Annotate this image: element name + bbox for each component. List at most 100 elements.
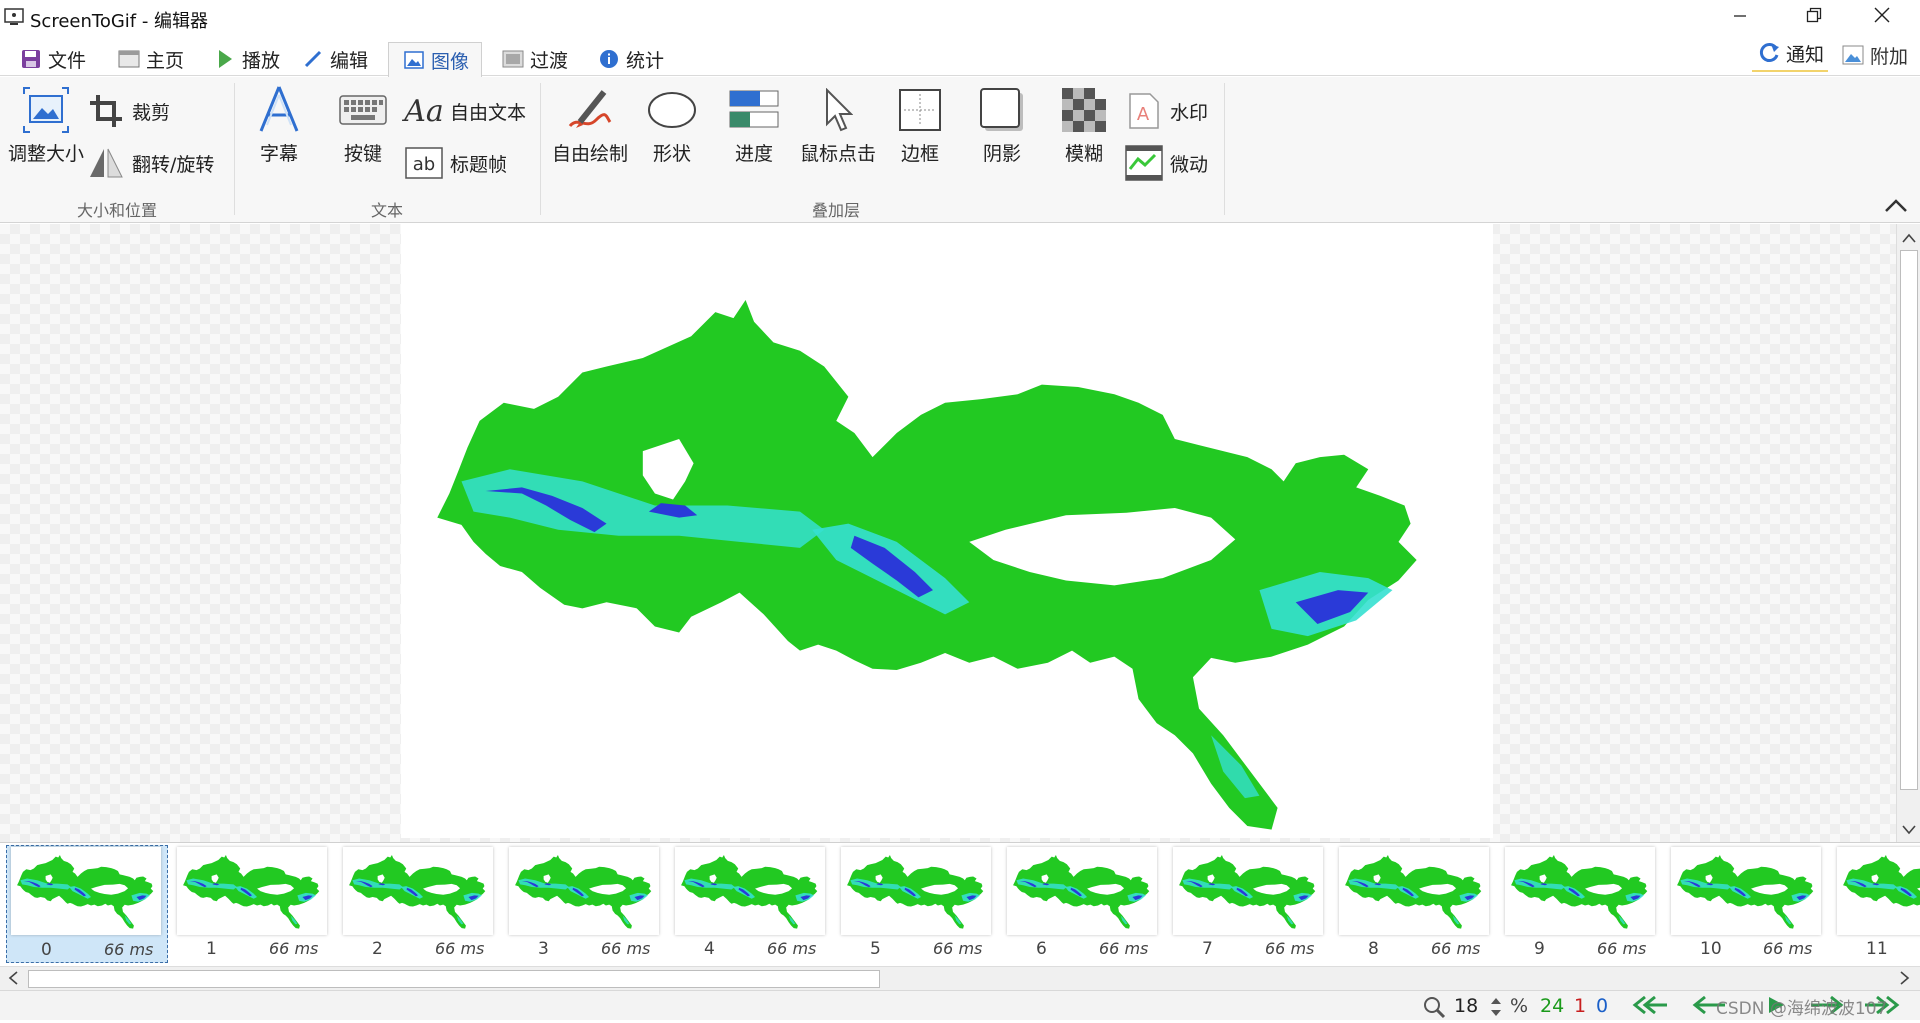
- caption-button[interactable]: 字幕: [246, 85, 312, 166]
- watermark-button[interactable]: A 水印: [1124, 91, 1208, 131]
- extras-label: 附加: [1870, 45, 1909, 68]
- frame-item[interactable]: 4 66 ms: [670, 845, 832, 963]
- free-drawing-button[interactable]: 自由绘制: [548, 85, 632, 166]
- frame-thumbnail: [1505, 847, 1655, 935]
- play-icon: [214, 48, 236, 70]
- horizontal-scrollbar[interactable]: [0, 966, 1920, 990]
- collapse-ribbon-button[interactable]: [1882, 195, 1910, 217]
- frame-item[interactable]: 7 66 ms: [1168, 845, 1330, 963]
- cinemagraph-button[interactable]: 微动: [1124, 143, 1208, 183]
- title-bar: ScreenToGif - 编辑器: [0, 0, 1920, 34]
- ribbon-separator: [540, 83, 541, 215]
- selected-count: 1: [1574, 995, 1587, 1017]
- progress-icon: [729, 85, 779, 135]
- horizontal-scroll-thumb[interactable]: [28, 970, 880, 988]
- frame-count: 24: [1540, 995, 1565, 1017]
- scroll-left-button[interactable]: [2, 968, 24, 990]
- frame-duration: 66 ms: [104, 940, 154, 959]
- frame-item[interactable]: 11: [1832, 845, 1920, 963]
- restore-button[interactable]: [1784, 0, 1844, 34]
- resize-icon: [21, 85, 71, 135]
- progress-label: 进度: [734, 143, 773, 165]
- cinemagraph-icon: [1124, 143, 1164, 183]
- frame-item[interactable]: 6 66 ms: [1002, 845, 1164, 963]
- tab-play[interactable]: 播放: [214, 42, 280, 76]
- vertical-scroll-thumb[interactable]: [1900, 250, 1918, 790]
- ellipse-icon: [647, 85, 697, 135]
- title-frame-button[interactable]: ab 标题帧: [404, 143, 507, 183]
- refresh-icon: [1756, 40, 1782, 66]
- frame-index: 8: [1368, 939, 1379, 959]
- scroll-down-button[interactable]: [1898, 818, 1920, 840]
- free-drawing-icon: [565, 85, 615, 135]
- tab-image-label: 图像: [431, 50, 470, 73]
- blur-icon: [1059, 85, 1109, 135]
- first-frame-button[interactable]: [1630, 995, 1670, 1018]
- frame-index: 4: [704, 939, 715, 959]
- crop-button[interactable]: 裁剪: [86, 91, 170, 131]
- tab-transition[interactable]: 过渡: [502, 42, 568, 76]
- blur-button[interactable]: 模糊: [1050, 85, 1118, 166]
- tab-transition-label: 过渡: [530, 49, 569, 72]
- frame-item[interactable]: 8 66 ms: [1334, 845, 1496, 963]
- vertical-scrollbar[interactable]: [1896, 224, 1920, 842]
- current-frame-index: 0: [1596, 995, 1609, 1017]
- shadow-button[interactable]: 阴影: [968, 85, 1036, 166]
- scroll-up-button[interactable]: [1898, 226, 1920, 248]
- caption-icon: [254, 85, 304, 135]
- title-frame-label: 标题帧: [450, 153, 508, 176]
- watermark-icon: A: [1124, 91, 1164, 131]
- frame-duration: 66 ms: [1099, 939, 1149, 958]
- progress-button[interactable]: 进度: [720, 85, 788, 166]
- crop-label: 裁剪: [132, 101, 171, 124]
- frame-thumbnail: [509, 847, 659, 935]
- tab-home[interactable]: 主页: [118, 42, 184, 76]
- cinemagraph-label: 微动: [1170, 153, 1209, 176]
- frame-index: 9: [1534, 939, 1545, 959]
- chevron-down-icon: [1902, 820, 1916, 839]
- info-icon: [598, 48, 620, 70]
- frame-item[interactable]: 2 66 ms: [338, 845, 500, 963]
- editor-canvas[interactable]: [0, 224, 1896, 842]
- tab-file[interactable]: 文件: [20, 42, 86, 76]
- notifications-button[interactable]: 通知: [1751, 38, 1829, 72]
- border-button[interactable]: 边框: [886, 85, 954, 166]
- frame-thumbnail: [343, 847, 493, 935]
- ribbon-separator: [1224, 83, 1225, 215]
- shape-label: 形状: [652, 143, 691, 165]
- tab-image[interactable]: 图像: [388, 42, 483, 77]
- mouse-clicks-button[interactable]: 鼠标点击: [796, 85, 880, 166]
- frame-duration: 66 ms: [1763, 939, 1813, 958]
- frame-item[interactable]: 0 66 ms: [6, 845, 168, 963]
- shape-button[interactable]: 形状: [638, 85, 706, 166]
- zoom-value[interactable]: 18: [1454, 995, 1478, 1017]
- resize-button[interactable]: 调整大小: [6, 85, 86, 166]
- window-title: ScreenToGif - 编辑器: [30, 11, 209, 32]
- tab-statistics[interactable]: 统计: [598, 42, 664, 76]
- home-icon: [118, 48, 140, 70]
- frame-duration: 66 ms: [601, 939, 651, 958]
- svg-text:A: A: [1137, 104, 1150, 125]
- app-icon: [4, 7, 24, 31]
- minimize-button[interactable]: [1710, 0, 1770, 34]
- key-strokes-button[interactable]: 按键: [328, 85, 398, 166]
- frame-item[interactable]: 5 66 ms: [836, 845, 998, 963]
- frame-item[interactable]: 1 66 ms: [172, 845, 334, 963]
- chevron-up-icon: [1882, 199, 1910, 221]
- tab-edit[interactable]: 编辑: [302, 42, 368, 76]
- current-frame-image: [401, 224, 1493, 838]
- free-text-button[interactable]: Aa 自由文本: [404, 91, 526, 131]
- zoom-stepper[interactable]: [1490, 995, 1502, 1023]
- zoom-icon: [1422, 995, 1446, 1023]
- frame-item[interactable]: 3 66 ms: [504, 845, 666, 963]
- key-strokes-label: 按键: [343, 143, 382, 165]
- flip-rotate-button[interactable]: 翻转/旋转: [86, 143, 214, 183]
- frame-item[interactable]: 9 66 ms: [1500, 845, 1662, 963]
- extras-button[interactable]: 附加: [1842, 40, 1908, 70]
- frame-item[interactable]: 10 66 ms: [1666, 845, 1828, 963]
- frame-thumbnail: [1671, 847, 1821, 935]
- scroll-right-button[interactable]: [1894, 968, 1916, 990]
- close-button[interactable]: [1852, 0, 1912, 34]
- keyboard-icon: [338, 85, 388, 135]
- csdn-watermark: CSDN @海绵波波107: [1716, 999, 1888, 1019]
